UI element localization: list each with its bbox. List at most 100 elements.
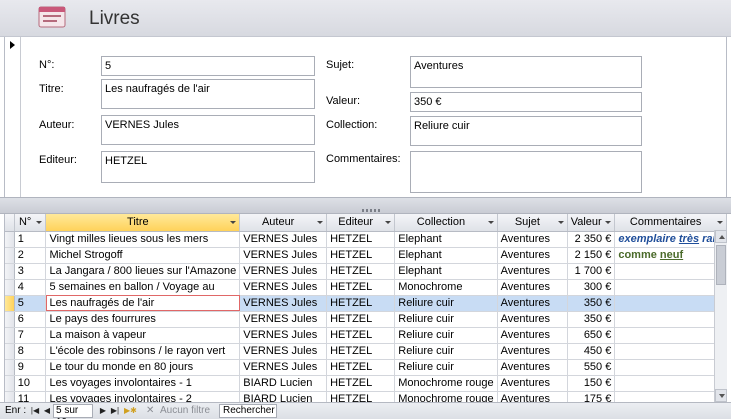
cell-collection[interactable]: Reliure cuir (394, 343, 498, 360)
cell-sujet[interactable]: Aventures (497, 231, 569, 248)
table-row[interactable]: 9 Le tour du monde en 80 jours VERNES Ju… (5, 359, 727, 376)
cell-titre[interactable]: La maison à vapeur (45, 327, 241, 344)
cell-commentaires[interactable] (614, 263, 727, 280)
column-header-collection[interactable]: Collection (394, 214, 498, 232)
column-header-sujet[interactable]: Sujet (497, 214, 569, 232)
cell-sujet[interactable]: Aventures (497, 279, 569, 296)
table-row[interactable]: 6 Le pays des fourrures VERNES Jules HET… (5, 311, 727, 328)
row-selector[interactable] (5, 279, 15, 296)
cell-auteur[interactable]: VERNES Jules (239, 343, 328, 360)
cell-collection[interactable]: Elephant (394, 263, 498, 280)
commentaires-field[interactable] (410, 151, 642, 193)
record-selector[interactable] (5, 37, 21, 197)
column-header-editeur[interactable]: Editeur (326, 214, 396, 232)
num-field[interactable]: 5 (101, 56, 315, 76)
cell-valeur[interactable]: 2 150 € (567, 247, 616, 264)
cell-auteur[interactable]: BIARD Lucien (239, 375, 328, 392)
filter-status[interactable]: Aucun filtre (160, 405, 210, 416)
cell-titre[interactable]: Les voyages involontaires - 1 (45, 375, 241, 392)
cell-titre[interactable]: Vingt milles lieues sous les mers (45, 231, 241, 248)
cell-commentaires[interactable]: exemplaire très rare (614, 231, 727, 248)
cell-commentaires[interactable] (614, 327, 727, 344)
next-record-icon[interactable]: ▶ (98, 405, 108, 417)
cell-editeur[interactable]: HETZEL (326, 231, 396, 248)
cell-titre[interactable]: La Jangara / 800 lieues sur l'Amazone (45, 263, 241, 280)
cell-num[interactable]: 2 (14, 247, 47, 264)
table-row[interactable]: 2 Michel Strogoff VERNES Jules HETZEL El… (5, 247, 727, 264)
table-row[interactable]: 8 L'école des robinsons / le rayon vert … (5, 343, 727, 360)
last-record-icon[interactable]: ▶| (110, 405, 120, 417)
cell-commentaires[interactable] (614, 279, 727, 296)
cell-collection[interactable]: Monochrome rouge (394, 375, 498, 392)
cell-editeur[interactable]: HETZEL (326, 343, 396, 360)
chevron-down-icon[interactable] (230, 221, 237, 224)
cell-auteur[interactable]: VERNES Jules (239, 263, 328, 280)
cell-editeur[interactable]: HETZEL (326, 263, 396, 280)
cell-auteur[interactable]: VERNES Jules (239, 311, 328, 328)
cell-editeur[interactable]: HETZEL (326, 279, 396, 296)
cell-sujet[interactable]: Aventures (497, 295, 569, 312)
table-row[interactable]: 11 Les voyages involontaires - 2 BIARD L… (5, 391, 727, 402)
select-all-cell[interactable] (5, 214, 15, 232)
cell-titre[interactable]: 5 semaines en ballon / Voyage au (45, 279, 241, 296)
row-selector[interactable] (5, 311, 15, 328)
record-position-input[interactable]: 5 sur 19 (53, 404, 93, 419)
editeur-field[interactable]: HETZEL (101, 151, 315, 183)
cell-editeur[interactable]: HETZEL (326, 311, 396, 328)
cell-commentaires[interactable] (614, 375, 727, 392)
valeur-field[interactable]: 350 € (410, 92, 642, 112)
cell-auteur[interactable]: VERNES Jules (239, 359, 328, 376)
cell-commentaires[interactable] (614, 311, 727, 328)
sujet-field[interactable]: Aventures (410, 56, 642, 88)
column-header-titre[interactable]: Titre (45, 214, 241, 232)
cell-editeur[interactable]: HETZEL (326, 359, 396, 376)
cell-titre[interactable]: Le pays des fourrures (45, 311, 241, 328)
cell-valeur[interactable]: 450 € (567, 343, 616, 360)
column-header-num[interactable]: N° (14, 214, 47, 232)
cell-num[interactable]: 5 (14, 295, 47, 312)
cell-valeur[interactable]: 350 € (567, 311, 616, 328)
cell-collection[interactable]: Reliure cuir (394, 295, 498, 312)
cell-valeur[interactable]: 300 € (567, 279, 616, 296)
cell-commentaires[interactable] (614, 359, 727, 376)
cell-collection[interactable]: Monochrome (394, 279, 498, 296)
cell-auteur[interactable]: BIARD Lucien (239, 391, 328, 402)
cell-collection[interactable]: Reliure cuir (394, 311, 498, 328)
row-selector[interactable] (5, 327, 15, 344)
chevron-down-icon[interactable] (558, 221, 565, 224)
collection-field[interactable]: Reliure cuir (410, 116, 642, 146)
chevron-down-icon[interactable] (487, 221, 494, 224)
table-row-current[interactable]: 5 Les naufragés de l'air VERNES Jules HE… (5, 295, 727, 312)
cell-collection[interactable]: Monochrome rouge (394, 391, 498, 402)
cell-num[interactable]: 6 (14, 311, 47, 328)
row-selector[interactable] (5, 247, 15, 264)
cell-editeur[interactable]: HETZEL (326, 247, 396, 264)
chevron-down-icon[interactable] (605, 221, 612, 224)
cell-valeur[interactable]: 1 700 € (567, 263, 616, 280)
row-selector[interactable] (5, 295, 15, 312)
cell-num[interactable]: 3 (14, 263, 47, 280)
chevron-down-icon[interactable] (317, 221, 324, 224)
cell-editeur[interactable]: HETZEL (326, 375, 396, 392)
cell-collection[interactable]: Elephant (394, 231, 498, 248)
table-row[interactable]: 4 5 semaines en ballon / Voyage au VERNE… (5, 279, 727, 296)
vertical-scrollbar[interactable] (714, 230, 727, 402)
new-record-icon[interactable]: ▶✱ (124, 405, 137, 417)
split-form-splitter[interactable] (0, 197, 731, 214)
cell-valeur[interactable]: 650 € (567, 327, 616, 344)
cell-auteur[interactable]: VERNES Jules (239, 231, 328, 248)
cell-num[interactable]: 1 (14, 231, 47, 248)
first-record-icon[interactable]: |◀ (30, 405, 40, 417)
cell-titre[interactable]: L'école des robinsons / le rayon vert (45, 343, 241, 360)
cell-valeur[interactable]: 550 € (567, 359, 616, 376)
cell-auteur[interactable]: VERNES Jules (239, 279, 328, 296)
column-header-valeur[interactable]: Valeur (567, 214, 616, 232)
cell-commentaires[interactable]: comme neuf (614, 247, 727, 264)
scroll-down-icon[interactable] (715, 389, 727, 402)
row-selector[interactable] (5, 263, 15, 280)
cell-valeur[interactable]: 2 350 € (567, 231, 616, 248)
table-row[interactable]: 3 La Jangara / 800 lieues sur l'Amazone … (5, 263, 727, 280)
chevron-down-icon[interactable] (385, 221, 392, 224)
cell-titre-focused[interactable]: Les naufragés de l'air (45, 295, 241, 312)
cell-collection[interactable]: Reliure cuir (394, 327, 498, 344)
